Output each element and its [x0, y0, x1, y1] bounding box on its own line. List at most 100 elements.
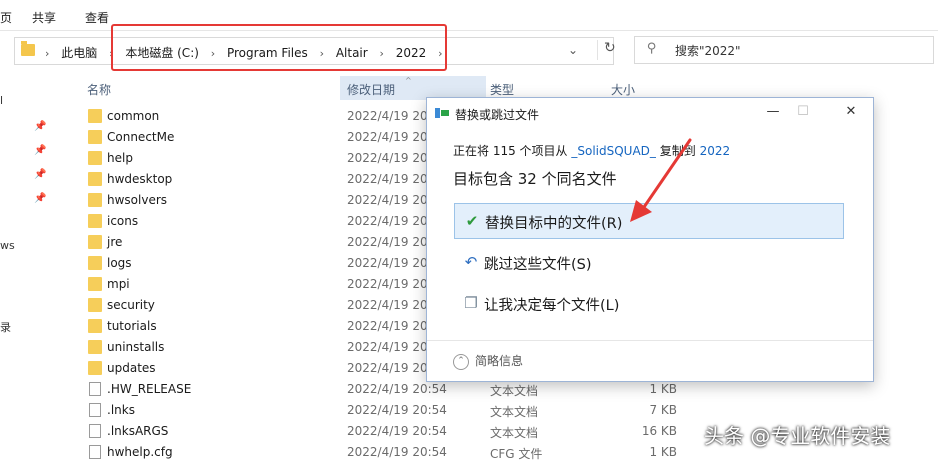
dialog-divider	[427, 340, 873, 341]
copy-files-icon	[435, 108, 449, 118]
pin-icon: 📌	[34, 121, 47, 132]
breadcrumb-2022[interactable]: 2022	[396, 46, 427, 60]
chevron-down-icon[interactable]: ⌄	[568, 43, 578, 57]
nav-fragment[interactable]: ws	[0, 239, 15, 252]
file-name: help	[107, 151, 133, 165]
refresh-icon[interactable]: ↻	[597, 40, 620, 60]
file-date: 2022/4/19 20:54	[347, 403, 447, 417]
dialog-title: 替换或跳过文件	[455, 108, 540, 122]
file-type: CFG 文件	[490, 447, 543, 461]
breadcrumb-separator[interactable]: ›	[203, 47, 223, 60]
address-bar[interactable]: › 此电脑 › 本地磁盘 (C:) › Program Files › Alta…	[14, 37, 616, 65]
folder-icon	[88, 340, 102, 354]
source-folder-link[interactable]: _SolidSQUAD_	[571, 144, 656, 158]
file-size: 1 KB	[649, 382, 677, 396]
column-header-type[interactable]: 类型	[490, 81, 514, 98]
tab-file[interactable]: 页	[0, 9, 12, 26]
pin-icon: 📌	[34, 169, 47, 180]
close-button[interactable]: ✕	[837, 100, 865, 124]
file-icon	[89, 403, 101, 417]
undo-arrow-icon: ↶	[464, 253, 478, 271]
file-name: security	[107, 298, 155, 312]
tab-view[interactable]: 查看	[85, 9, 109, 26]
skip-files-option[interactable]: ↶ 跳过这些文件(S)	[454, 245, 844, 281]
file-type: 文本文档	[490, 426, 539, 440]
file-name: hwhelp.cfg	[107, 445, 173, 459]
breadcrumb-separator[interactable]: ›	[312, 47, 332, 60]
breadcrumb-separator[interactable]: ›	[430, 47, 450, 60]
column-headers: 名称 修改日期 类型 大小	[80, 76, 938, 98]
file-icon	[89, 382, 101, 396]
column-header-size[interactable]: 大小	[611, 81, 635, 98]
folder-icon	[88, 193, 102, 207]
folder-icon	[88, 109, 102, 123]
compare-files-icon: ❐	[464, 294, 478, 312]
column-header-date[interactable]: 修改日期	[347, 81, 395, 98]
folder-icon	[88, 277, 102, 291]
file-name: ConnectMe	[107, 130, 175, 144]
folder-icon	[88, 130, 102, 144]
replace-files-option[interactable]: ✔ 替换目标中的文件(R)	[454, 203, 844, 239]
minimize-button[interactable]: —	[759, 100, 787, 124]
breadcrumb-separator[interactable]: ›	[372, 47, 392, 60]
breadcrumb-separator[interactable]: ›	[101, 47, 121, 60]
file-name: uninstalls	[107, 340, 165, 354]
navigation-pane: l 📌 📌 📌 📌 ws 录	[0, 76, 60, 461]
replace-or-skip-dialog: 替换或跳过文件 — ☐ ✕ 正在将 115 个项目从 _SolidSQUAD_ …	[426, 97, 874, 382]
folder-icon	[88, 151, 102, 165]
fewer-details-button[interactable]: ⌃ 简略信息	[453, 352, 523, 370]
folder-icon	[88, 214, 102, 228]
file-date: 2022/4/19 20:54	[347, 382, 447, 396]
search-box[interactable]: ⚲	[634, 36, 934, 64]
file-name: .HW_RELEASE	[107, 382, 192, 396]
breadcrumb-separator[interactable]: ›	[37, 47, 57, 60]
destination-folder-link[interactable]: 2022	[700, 144, 731, 158]
file-size: 1 KB	[649, 445, 677, 459]
tab-share[interactable]: 共享	[32, 9, 56, 26]
file-name: .lnks	[107, 403, 135, 417]
search-icon: ⚲	[647, 41, 657, 56]
nav-fragment[interactable]: l	[0, 94, 3, 107]
breadcrumb-this-pc[interactable]: 此电脑	[61, 46, 97, 60]
column-header-name[interactable]: 名称	[87, 81, 111, 98]
copy-progress-text: 正在将 115 个项目从 _SolidSQUAD_ 复制到 2022	[453, 142, 730, 159]
folder-icon	[88, 256, 102, 270]
file-size: 7 KB	[649, 403, 677, 417]
chevron-up-icon: ⌃	[453, 353, 469, 370]
fewer-details-label: 简略信息	[475, 354, 524, 368]
file-type: 文本文档	[490, 384, 539, 398]
ribbon-tabs: 页 共享 查看	[0, 0, 938, 30]
file-name: jre	[107, 235, 123, 249]
file-name: common	[107, 109, 160, 123]
file-name: hwsolvers	[107, 193, 168, 207]
search-input[interactable]	[673, 40, 927, 62]
option-label: 跳过这些文件(S)	[484, 257, 592, 273]
folder-icon	[88, 235, 102, 249]
folder-icon	[88, 319, 102, 333]
breadcrumb-program-files[interactable]: Program Files	[227, 46, 308, 60]
breadcrumb-local-disk[interactable]: 本地磁盘 (C:)	[125, 46, 199, 60]
dialog-heading: 目标包含 32 个同名文件	[453, 170, 617, 188]
breadcrumb: › 此电脑 › 本地磁盘 (C:) › Program Files › Alta…	[37, 44, 451, 61]
file-name: hwdesktop	[107, 172, 173, 186]
checkmark-icon: ✔	[465, 212, 479, 230]
pin-icon: 📌	[34, 193, 47, 204]
folder-icon	[88, 298, 102, 312]
file-name: tutorials	[107, 319, 157, 333]
option-label: 替换目标中的文件(R)	[485, 216, 623, 232]
file-row[interactable]: .lnks 2022/4/19 20:54 文本文档 7 KB	[80, 400, 938, 421]
copy-text-middle: 复制到	[659, 144, 696, 158]
folder-icon	[88, 172, 102, 186]
file-date: 2022/4/19 20:54	[347, 424, 447, 438]
maximize-button[interactable]: ☐	[789, 100, 817, 124]
decide-each-file-option[interactable]: ❐ 让我决定每个文件(L)	[454, 286, 844, 322]
breadcrumb-altair[interactable]: Altair	[336, 46, 368, 60]
copy-text-prefix: 正在将 115 个项目从	[453, 144, 568, 158]
option-label: 让我决定每个文件(L)	[484, 298, 620, 314]
file-row[interactable]: .HW_RELEASE 2022/4/19 20:54 文本文档 1 KB	[80, 379, 938, 400]
watermark-text: 头条 @专业软件安装	[704, 424, 891, 448]
nav-fragment[interactable]: 录	[0, 319, 11, 335]
file-name: logs	[107, 256, 132, 270]
folder-icon	[21, 41, 35, 56]
file-name: .lnksARGS	[107, 424, 169, 438]
